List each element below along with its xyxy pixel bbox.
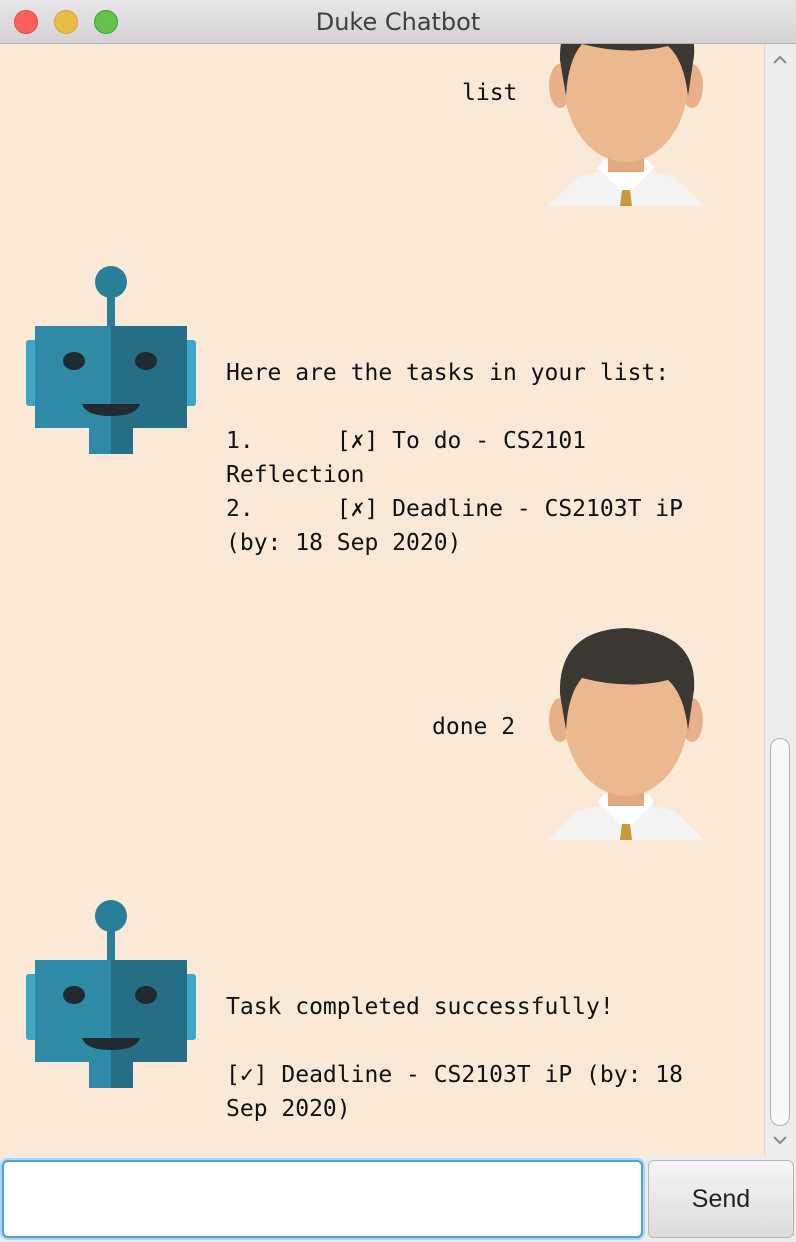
user-message-text: done 2 [432,714,516,740]
window-titlebar: Duke Chatbot [0,0,796,44]
bot-message-text: Here are the tasks in your list: 1. [✗] … [226,360,683,556]
user-avatar-icon [548,44,704,206]
input-bar: Send [0,1156,796,1242]
user-message-text: list [462,80,518,106]
chat-scroll-area[interactable]: list Here are the tasks in your list: 1.… [0,44,764,1156]
message-input[interactable] [2,1160,643,1238]
send-button[interactable]: Send [648,1160,794,1238]
robot-avatar-icon [26,900,196,1088]
chevron-up-icon[interactable] [765,48,795,72]
window-title: Duke Chatbot [315,8,481,36]
robot-avatar-icon [26,266,196,454]
chevron-down-icon[interactable] [765,1128,795,1152]
bot-message-text: Task completed successfully! [✓] Deadlin… [226,994,683,1122]
user-avatar-icon [548,628,704,840]
scrollbar-thumb[interactable] [770,738,790,1126]
vertical-scrollbar[interactable] [764,44,796,1156]
